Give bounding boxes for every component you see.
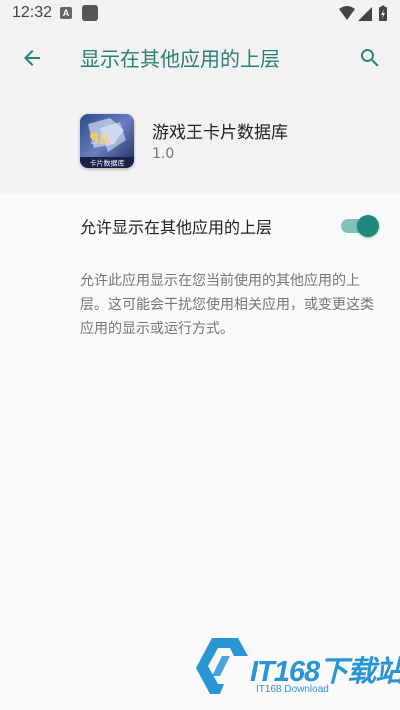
watermark: IT168下载站 IT168 Download bbox=[190, 632, 400, 704]
allow-overlay-switch[interactable] bbox=[339, 215, 379, 237]
app-version: 1.0 bbox=[152, 146, 175, 162]
wifi-icon bbox=[339, 6, 355, 20]
accessibility-a-icon: A bbox=[60, 7, 72, 19]
setting-description: 允许此应用显示在您当前使用的其他应用的上层。这可能会干扰您使用相关应用，或变更这… bbox=[80, 273, 374, 337]
watermark-subtitle: IT168 Download bbox=[256, 684, 329, 695]
app-icon-caption: 卡片数据库 bbox=[90, 159, 125, 168]
battery-charging-icon bbox=[379, 5, 387, 21]
it168-logo-icon bbox=[196, 638, 248, 694]
app-icon: 5R 卡片数据库 bbox=[80, 114, 134, 168]
arrow-left-icon bbox=[24, 50, 40, 66]
signal-icon bbox=[358, 7, 372, 21]
header: 显示在其他应用的上层 bbox=[0, 28, 400, 88]
status-bar: 12:32 A bbox=[0, 0, 400, 28]
switch-thumb bbox=[357, 215, 379, 237]
svg-text:5R: 5R bbox=[90, 133, 110, 148]
status-right-icons bbox=[338, 5, 390, 23]
notification-square-icon bbox=[82, 5, 98, 21]
app-info: 5R 卡片数据库 游戏王卡片数据库 1.0 bbox=[0, 88, 400, 194]
allow-overlay-setting-row[interactable]: 允许显示在其他应用的上层 bbox=[0, 194, 400, 258]
back-button[interactable] bbox=[12, 38, 52, 78]
allow-overlay-label: 允许显示在其他应用的上层 bbox=[80, 218, 273, 237]
app-name: 游戏王卡片数据库 bbox=[152, 123, 288, 143]
page-title: 显示在其他应用的上层 bbox=[80, 47, 280, 71]
status-time: 12:32 bbox=[12, 4, 53, 21]
search-button[interactable] bbox=[350, 38, 390, 78]
search-icon bbox=[361, 49, 379, 67]
